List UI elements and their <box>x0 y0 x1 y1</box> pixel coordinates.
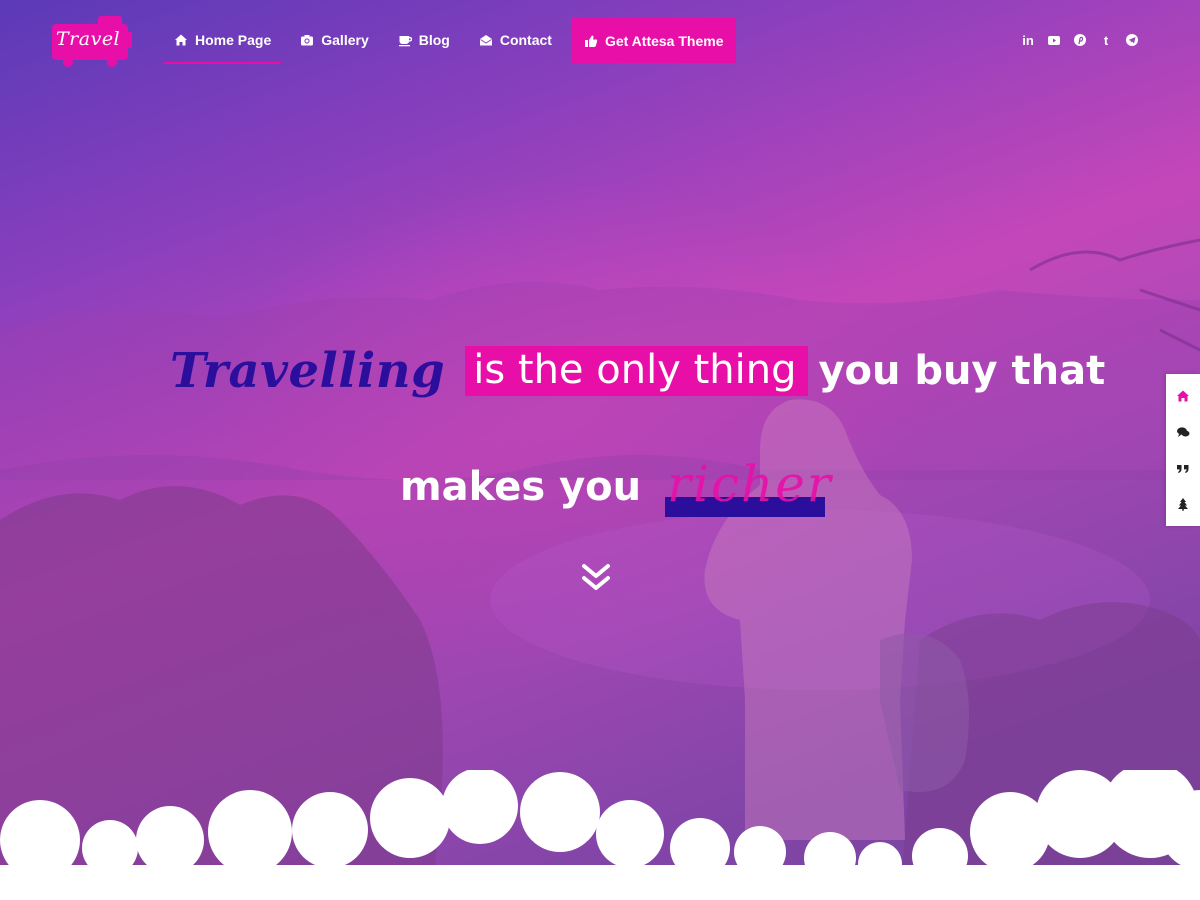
hero-line2-text: makes you <box>400 464 642 510</box>
dock-tree[interactable] <box>1166 486 1200 522</box>
logo-text: Travel <box>56 28 121 50</box>
pinterest-glyph <box>1074 34 1086 46</box>
comments-icon <box>1177 427 1190 437</box>
nav-home[interactable]: Home Page <box>164 18 282 64</box>
home-icon <box>1177 390 1189 402</box>
cta-label: Get Attesa Theme <box>604 32 724 49</box>
nav-contact[interactable]: Contact <box>469 18 562 62</box>
hero-white-text: you buy that <box>818 348 1106 394</box>
get-attesa-theme-button[interactable]: Get Attesa Theme <box>570 18 737 63</box>
pinterest-icon[interactable] <box>1072 32 1088 48</box>
coffee-icon <box>398 36 412 47</box>
tree-icon <box>1178 498 1188 511</box>
dock-quote[interactable] <box>1166 450 1200 486</box>
nav-gallery-label: Gallery <box>321 32 369 48</box>
camera-icon <box>301 35 314 46</box>
linkedin-icon[interactable]: in <box>1020 32 1036 48</box>
nav-contact-label: Contact <box>499 32 552 48</box>
home-icon <box>175 34 187 46</box>
telegram-icon[interactable] <box>1124 32 1140 48</box>
nav-home-label: Home Page <box>195 32 272 48</box>
hero-word-travelling: Travelling <box>170 343 446 399</box>
site-logo[interactable]: Travel <box>52 16 134 68</box>
nav-gallery[interactable]: Gallery <box>290 18 378 62</box>
dock-home[interactable] <box>1166 378 1200 414</box>
main-nav: Home Page Gallery Blog Contact Get Attes… <box>164 18 745 64</box>
telegram-glyph <box>1126 34 1138 46</box>
nav-blog-label: Blog <box>418 32 450 48</box>
social-links: in t <box>1020 32 1140 48</box>
hero-richer-block: richer <box>663 455 831 517</box>
hero-headline-line-1: Travelling is the only thing you buy tha… <box>170 336 1105 406</box>
hero-background: Travel Home Page Gallery Blog Contact Ge… <box>0 0 1200 900</box>
envelope-open-icon <box>479 35 492 46</box>
hero-highlight-text: is the only thing <box>465 346 809 396</box>
dock-comments[interactable] <box>1166 414 1200 450</box>
thumbs-up-icon <box>584 35 598 47</box>
hero-word-richer: richer <box>667 455 833 513</box>
side-dock <box>1166 374 1200 526</box>
landscape-scene <box>0 238 1200 900</box>
quote-icon <box>1177 465 1189 473</box>
double-chevron-down-icon[interactable] <box>580 562 612 596</box>
youtube-glyph <box>1048 36 1060 45</box>
cloud-border <box>0 770 1200 900</box>
hero-headline-line-2: makes you richer <box>400 452 831 522</box>
youtube-icon[interactable] <box>1046 32 1062 48</box>
tumblr-icon[interactable]: t <box>1098 32 1114 48</box>
nav-blog[interactable]: Blog <box>388 18 460 62</box>
